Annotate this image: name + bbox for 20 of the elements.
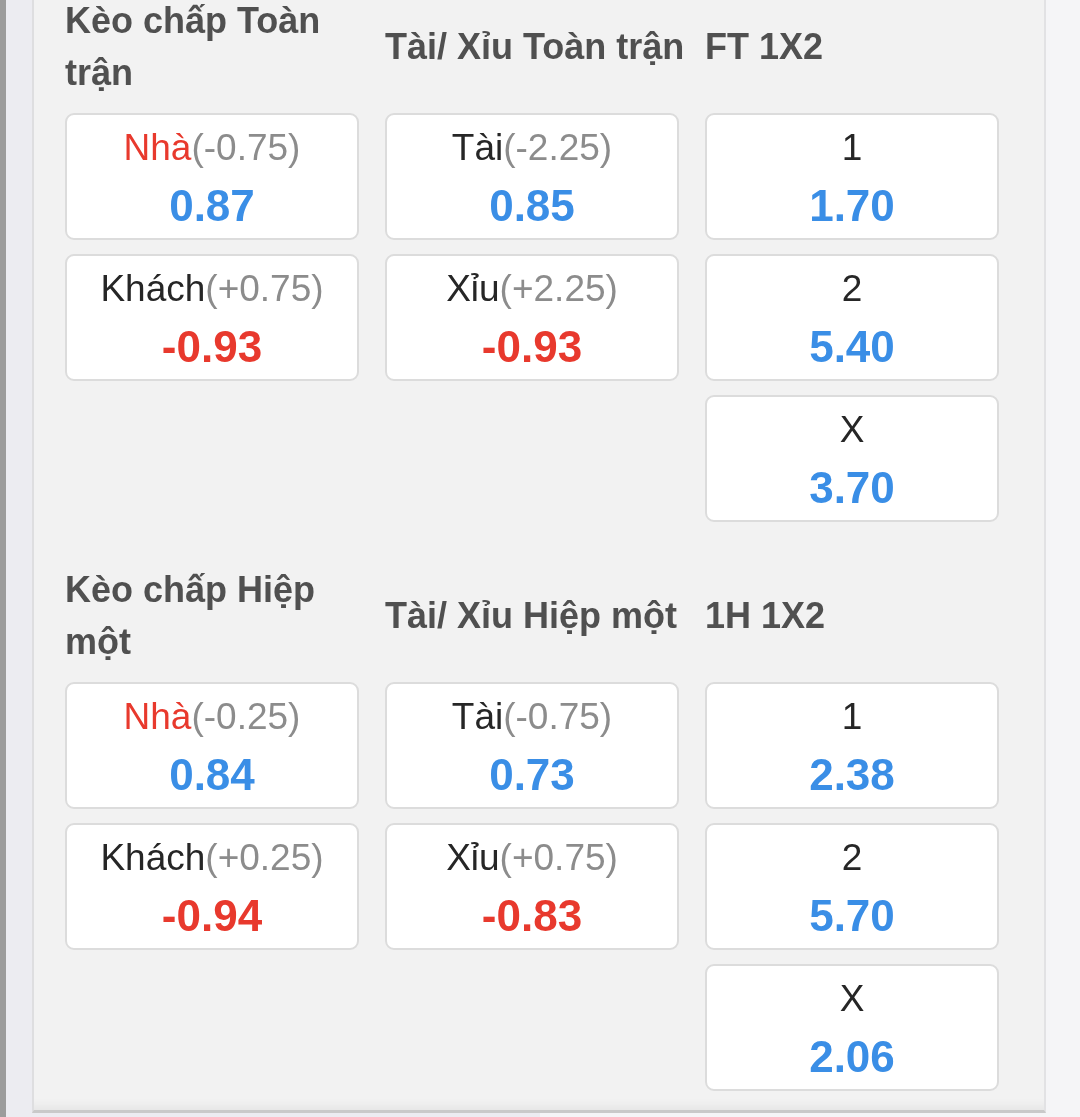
market-title: Tài/ Xỉu Hiệp một: [385, 594, 679, 638]
odds-button[interactable]: 2 5.70: [705, 823, 999, 950]
odds-button[interactable]: Xỉu(+0.75) -0.83: [385, 823, 679, 950]
odds-button[interactable]: Nhà(-0.75) 0.87: [65, 113, 359, 240]
odds-button[interactable]: Khách(+0.25) -0.94: [65, 823, 359, 950]
market-title: FT 1X2: [705, 25, 825, 69]
odds-button[interactable]: X 2.06: [705, 964, 999, 1091]
odds-button[interactable]: Tài(-2.25) 0.85: [385, 113, 679, 240]
odds-button[interactable]: Khách(+0.75) -0.93: [65, 254, 359, 381]
odds-button[interactable]: 2 5.40: [705, 254, 999, 381]
odds-button[interactable]: Xỉu(+2.25) -0.93: [385, 254, 679, 381]
odds-button[interactable]: Nhà(-0.25) 0.84: [65, 682, 359, 809]
market-title: Tài/ Xỉu Toàn trận: [385, 25, 686, 69]
odds-button[interactable]: Tài(-0.75) 0.73: [385, 682, 679, 809]
market-title: Kèo chấp Hiệp một: [65, 568, 317, 664]
odds-button[interactable]: X 3.70: [705, 395, 999, 522]
market-title: Kèo chấp Toàn trận: [65, 0, 322, 95]
odds-button[interactable]: 1 1.70: [705, 113, 999, 240]
odds-button[interactable]: 1 2.38: [705, 682, 999, 809]
market-title: 1H 1X2: [705, 594, 827, 638]
